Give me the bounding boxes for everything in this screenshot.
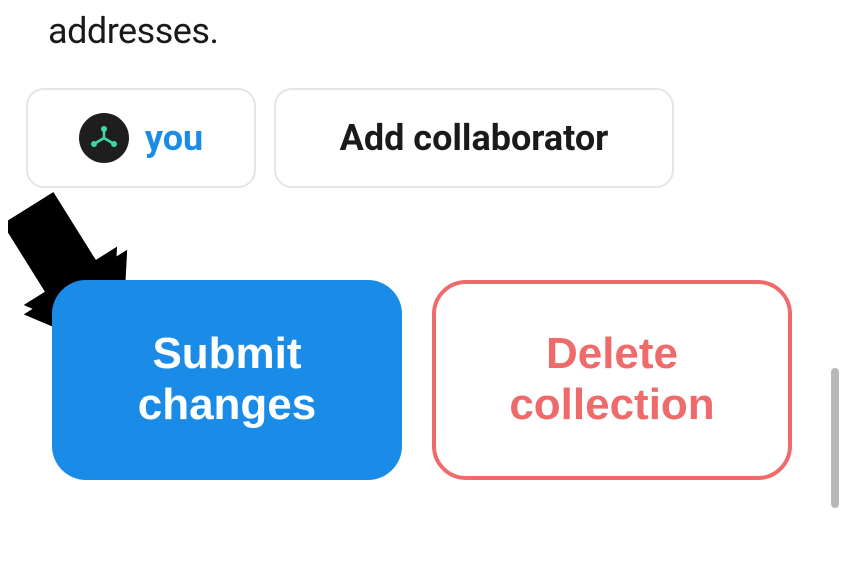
collaborator-you-label: you — [145, 117, 203, 159]
add-collaborator-button[interactable]: Add collaborator — [274, 88, 674, 188]
add-collaborator-label: Add collaborator — [340, 117, 609, 159]
action-row: Submit changes Delete collection — [52, 280, 792, 480]
description-text-fragment: addresses. — [48, 10, 218, 52]
submit-changes-button[interactable]: Submit changes — [52, 280, 402, 480]
collaborator-you-pill[interactable]: you — [26, 88, 256, 188]
delete-collection-button[interactable]: Delete collection — [432, 280, 792, 480]
scrollbar-thumb[interactable] — [831, 368, 839, 508]
collaborator-row: you Add collaborator — [26, 88, 674, 188]
collaborator-avatar-icon — [79, 113, 129, 163]
